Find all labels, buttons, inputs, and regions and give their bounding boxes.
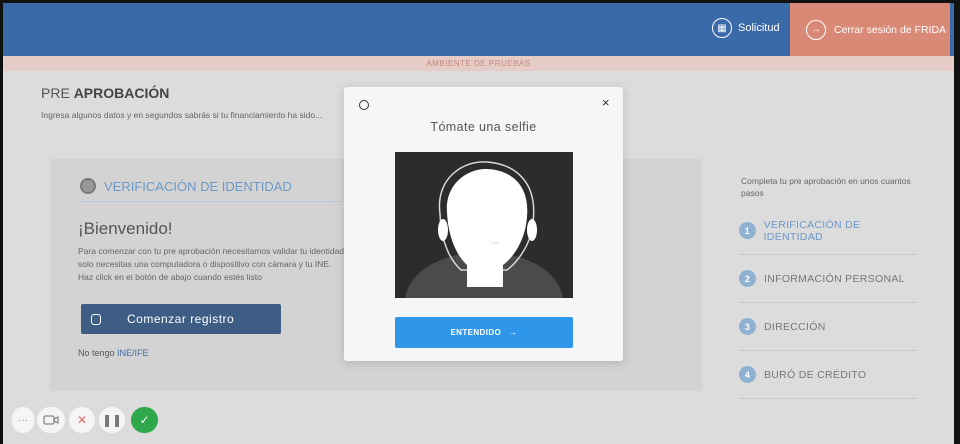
steps-intro: Completa tu pre aprobación en unos cuant… [741, 176, 911, 198]
arrow-right-icon: → [509, 328, 518, 337]
logout-icon: → [806, 19, 826, 40]
lock-icon [91, 313, 101, 325]
step-1[interactable]: 1 VERIFICACIÓN DE IDENTIDAD [739, 207, 919, 254]
no-ine-text: No tengo INE/IFE [78, 348, 149, 358]
close-icon[interactable]: × [602, 95, 610, 110]
card-heading-label: VERIFICACIÓN DE IDENTIDAD [104, 178, 292, 194]
solicitud-link[interactable]: ▦ Solicitud [712, 18, 780, 38]
page-title-bold: APROBACIÓN [73, 85, 170, 101]
person-icon [80, 178, 96, 194]
modal-title: Tómate una selfie [430, 120, 537, 134]
step-2[interactable]: 2 INFORMACIÓN PERSONAL [739, 255, 919, 302]
confirm-icon[interactable]: ✓ [131, 407, 158, 433]
step-label: DIRECCIÓN [764, 320, 826, 333]
step-label: INFORMACIÓN PERSONAL [764, 272, 905, 285]
logout-label: Cerrar sesión de FRIDA [834, 23, 947, 36]
step-label: VERIFICACIÓN DE IDENTIDAD [763, 218, 861, 243]
grid-icon: ▦ [712, 18, 732, 38]
no-ine-link[interactable]: INE/IFE [117, 348, 149, 358]
card-heading: VERIFICACIÓN DE IDENTIDAD [80, 178, 292, 194]
page-title-pre: PRE [41, 85, 74, 101]
step-number: 2 [739, 270, 756, 287]
step-number: 3 [739, 318, 756, 335]
selfie-guide-image [395, 152, 573, 298]
solicitud-label: Solicitud [738, 22, 780, 34]
start-registration-label: Comenzar registro [127, 312, 235, 326]
page-title: PRE APROBACIÓN [41, 85, 169, 101]
step-4[interactable]: 4 BURÓ DE CRÉDITO [739, 351, 919, 398]
step-number: 1 [739, 222, 756, 239]
step-3[interactable]: 3 DIRECCIÓN [739, 303, 919, 350]
logout-button[interactable]: → Cerrar sesión de FRIDA [790, 3, 950, 56]
step-number: 4 [739, 366, 756, 383]
more-icon[interactable]: ··· [12, 407, 34, 433]
divider [80, 201, 342, 202]
understood-button[interactable]: ENTENDIDO → [395, 317, 573, 348]
selfie-modal: × Tómate una selfie ENTENDIDO → [344, 87, 623, 361]
app-frame: ▦ Solicitud → Cerrar sesión de FRIDA AMB… [3, 3, 954, 444]
logo-icon [359, 100, 369, 110]
welcome-heading: ¡Bienvenido! [78, 219, 173, 238]
environment-banner: AMBIENTE DE PRUEBAS [3, 56, 954, 71]
page-subtitle: Ingresa algunos datos y en segundos sabr… [41, 110, 323, 120]
welcome-paragraph: Para comenzar con tu pre aprobación nece… [78, 246, 347, 282]
start-registration-button[interactable]: Comenzar registro [81, 304, 281, 334]
top-bar: ▦ Solicitud → Cerrar sesión de FRIDA [3, 3, 954, 56]
step-label: BURÓ DE CRÉDITO [764, 368, 867, 381]
divider [739, 398, 917, 399]
cancel-icon[interactable]: ✕ [69, 407, 95, 433]
understood-label: ENTENDIDO [450, 328, 502, 337]
camera-icon[interactable] [37, 407, 65, 433]
pause-icon[interactable]: ❚❚ [99, 407, 125, 433]
no-ine-prefix: No tengo [78, 348, 118, 358]
